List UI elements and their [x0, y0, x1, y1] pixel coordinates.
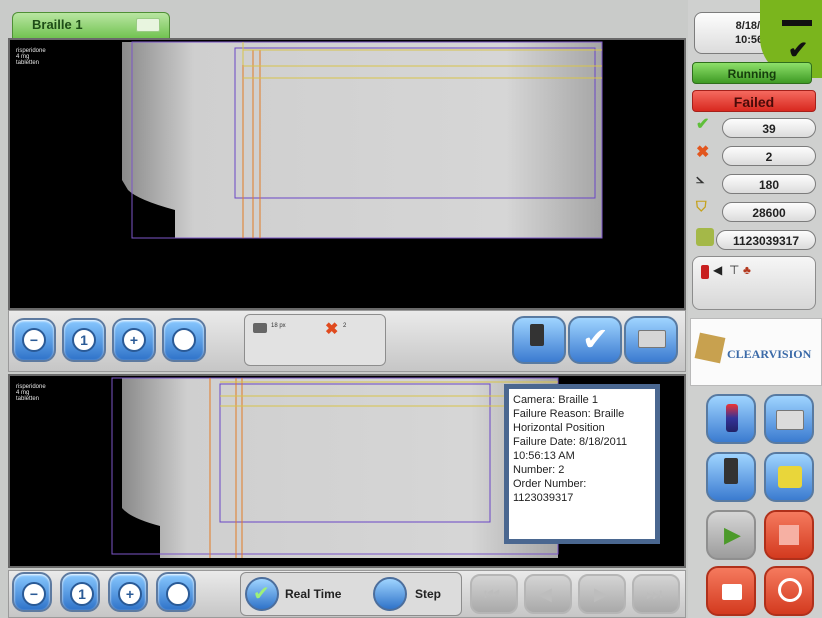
zoom-in-button[interactable]: + — [112, 318, 156, 362]
previous-image-button[interactable]: ◀ — [524, 574, 572, 614]
total-icon: ⛉ — [696, 198, 707, 214]
step-label: Step — [415, 587, 442, 601]
stop-button[interactable] — [764, 510, 814, 560]
stop-icon — [779, 525, 799, 545]
rate-icon: ⦣ — [696, 170, 705, 186]
zoom-out-icon: − — [22, 582, 46, 606]
power-button[interactable] — [764, 566, 814, 616]
unlock-icon — [722, 584, 742, 600]
mode-selector: ✔ Real Time Step — [240, 572, 462, 616]
zoom-fit-icon — [172, 328, 196, 352]
rate-count: 180 — [722, 174, 816, 194]
order-icon — [696, 228, 714, 246]
pass-count-icon: ✔ — [696, 116, 710, 133]
image-export-button[interactable] — [624, 316, 678, 364]
fail-count: 2 — [722, 146, 816, 166]
next-icon: ▶ — [594, 584, 608, 604]
thumbnail-label-b: 2 — [343, 323, 347, 329]
printer-button[interactable] — [764, 394, 814, 444]
tooltip-order-label: Order Number: — [513, 478, 587, 490]
failed-status: Failed — [692, 90, 816, 112]
printer-icon — [776, 410, 804, 430]
network-icon: ♣ — [743, 263, 751, 277]
order-number: 1123039317 — [716, 230, 816, 250]
zoom-in-icon: + — [118, 582, 142, 606]
last-image-button[interactable]: ⏭ — [632, 574, 680, 614]
play-icon: ▶ — [724, 522, 741, 547]
tooltip-order-value: 1123039317 — [513, 492, 574, 504]
next-image-button[interactable]: ▶ — [578, 574, 626, 614]
zoom-one-icon: 1 — [70, 582, 94, 606]
checkmark-icon: ✔ — [253, 583, 270, 605]
first-image-button[interactable]: ⏮ — [470, 574, 518, 614]
top-camera-view: risperidone 4 mg tabletten — [8, 38, 686, 310]
camera-settings-button[interactable] — [512, 316, 566, 364]
camera-mount-icon — [724, 458, 738, 484]
checkmark-icon: ✔ — [582, 321, 609, 357]
network-icon — [778, 466, 802, 488]
tooltip-date: Failure Date: 8/18/2011 — [513, 436, 628, 448]
zoom-out-icon: − — [22, 328, 46, 352]
fail-icon: ✖ — [325, 321, 339, 338]
tooltip-reason: Failure Reason: Braille Horizontal Posit… — [513, 408, 625, 434]
zoom-fit-button-bottom[interactable] — [156, 572, 196, 612]
tooltip-camera: Camera: Braille 1 — [513, 394, 598, 406]
failure-details-tooltip: Camera: Braille 1 Failure Reason: Braill… — [504, 384, 660, 544]
previous-icon: ◀ — [538, 584, 552, 604]
badge-mark — [782, 20, 812, 26]
zoom-one-icon: 1 — [72, 328, 96, 352]
zoom-fit-icon — [166, 582, 190, 606]
realtime-radio[interactable]: ✔ — [245, 577, 279, 611]
printer-icon — [638, 330, 666, 348]
beacon-icon — [701, 265, 709, 279]
unlock-button[interactable] — [706, 566, 756, 616]
zoom-out-button-bottom[interactable]: − — [12, 572, 52, 612]
beacon-icon — [726, 404, 738, 432]
top-camera-image — [122, 41, 603, 239]
camera-icon — [253, 323, 267, 333]
camera-mount-icon — [530, 324, 544, 346]
tooltip-number: Number: 2 — [513, 464, 565, 476]
pass-count: 39 — [722, 118, 816, 138]
zoom-in-icon: + — [122, 328, 146, 352]
camera-mount-button[interactable] — [706, 452, 756, 502]
speaker-icon: ◀ — [713, 263, 723, 277]
skip-last-icon: ⏭ — [646, 584, 663, 604]
skip-first-icon: ⏮ — [484, 584, 501, 604]
logo-text: CLEARVISION — [727, 347, 812, 361]
accept-button[interactable]: ✔ — [568, 316, 622, 364]
step-radio[interactable] — [373, 577, 407, 611]
thumbnail-label-a: 18 px — [271, 323, 286, 329]
zoom-reset-button-bottom[interactable]: 1 — [60, 572, 100, 612]
network-button[interactable] — [764, 452, 814, 502]
zoom-fit-button[interactable] — [162, 318, 206, 362]
zoom-out-button[interactable]: − — [12, 318, 56, 362]
clearvision-logo: CLEARVISION — [690, 318, 822, 386]
realtime-label: Real Time — [285, 587, 342, 601]
power-icon — [778, 578, 802, 602]
total-count: 28600 — [722, 202, 816, 222]
device-status-box: ◀ ⊤ ♣ — [692, 256, 816, 310]
thumbnail-strip[interactable]: 18 px ✖ 2 — [244, 314, 386, 366]
badge-checkmark-icon: ✔ — [788, 37, 809, 64]
camera-mount-icon: ⊤ — [729, 263, 740, 277]
fail-count-icon: ✖ — [696, 144, 710, 161]
tooltip-time: 10:56:13 AM — [513, 450, 575, 462]
zoom-reset-button[interactable]: 1 — [62, 318, 106, 362]
box-logo-icon — [694, 332, 726, 364]
zoom-in-button-bottom[interactable]: + — [108, 572, 148, 612]
tab-label: Braille 1 — [32, 17, 83, 32]
play-button[interactable]: ▶ — [706, 510, 756, 560]
beacon-button[interactable] — [706, 394, 756, 444]
tab-status-icon — [136, 18, 160, 32]
running-status: Running — [692, 62, 812, 84]
